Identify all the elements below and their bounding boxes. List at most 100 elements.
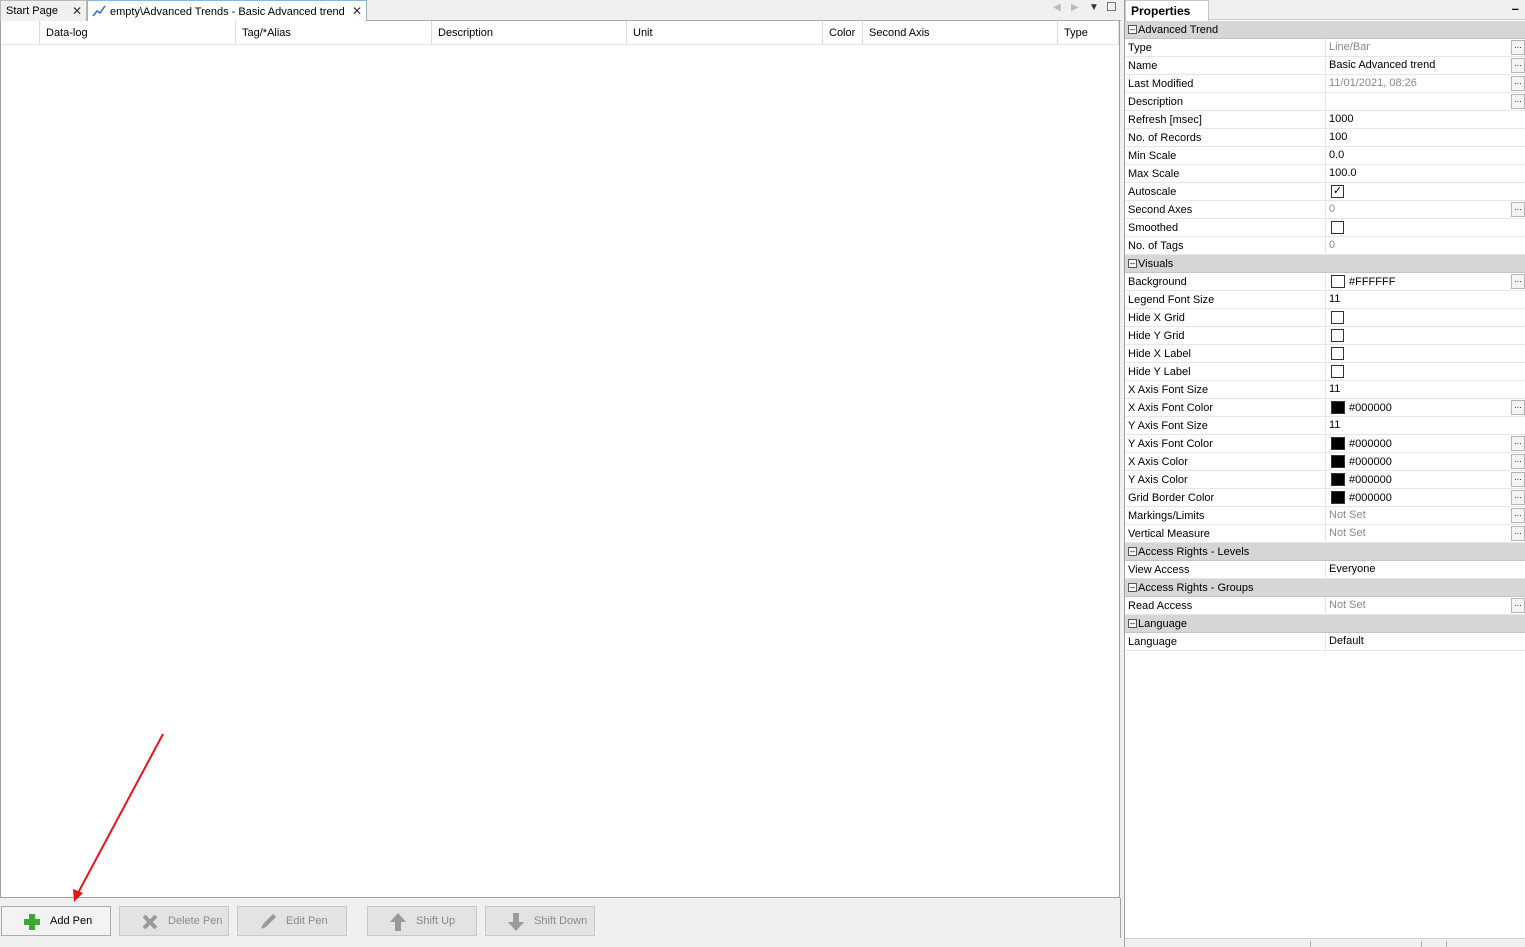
prop-value[interactable]: 11 (1325, 381, 1525, 399)
prop-row-y-axis-font-size[interactable]: Y Axis Font Size 11 (1125, 417, 1525, 435)
section-access-rights-groups[interactable]: – Access Rights - Groups (1125, 579, 1525, 597)
minimize-icon[interactable]: – (1512, 1, 1519, 16)
close-icon[interactable]: ✕ (72, 4, 82, 18)
tab-start-page[interactable]: Start Page ✕ (0, 0, 87, 21)
scroll-left-icon[interactable]: ◀ (1053, 2, 1061, 13)
hide-y-grid-checkbox[interactable] (1331, 329, 1344, 342)
prop-value[interactable]: #000000 (1325, 471, 1525, 489)
hide-y-label-checkbox[interactable] (1331, 365, 1344, 378)
prop-row-description[interactable]: Description ... (1125, 93, 1525, 111)
column-header-second-axis[interactable]: Second Axis (863, 21, 1058, 45)
prop-row-markings-limits[interactable]: Markings/Limits Not Set ... (1125, 507, 1525, 525)
prop-row-x-axis-color[interactable]: X Axis Color #000000 ... (1125, 453, 1525, 471)
prop-row-hide-y-grid[interactable]: Hide Y Grid (1125, 327, 1525, 345)
prop-row-second-axes[interactable]: Second Axes 0 ... (1125, 201, 1525, 219)
section-advanced-trend[interactable]: – Advanced Trend (1125, 21, 1525, 39)
maximize-icon[interactable]: ☐ (1106, 0, 1117, 14)
shift-up-button[interactable]: Shift Up (367, 906, 477, 936)
properties-tab[interactable]: Properties (1125, 0, 1209, 21)
prop-value[interactable]: 11 (1325, 417, 1525, 435)
column-header-description[interactable]: Description (432, 21, 627, 45)
prop-value[interactable]: 100 (1325, 129, 1525, 147)
prop-row-records[interactable]: No. of Records 100 (1125, 129, 1525, 147)
ellipsis-button[interactable]: ... (1511, 202, 1525, 217)
prop-row-smoothed[interactable]: Smoothed (1125, 219, 1525, 237)
prop-row-hide-x-grid[interactable]: Hide X Grid (1125, 309, 1525, 327)
edit-pen-button[interactable]: Edit Pen (237, 906, 347, 936)
prop-value[interactable]: 100.0 (1325, 165, 1525, 183)
column-header-color[interactable]: Color (823, 21, 863, 45)
ellipsis-button[interactable]: ... (1511, 526, 1525, 541)
ellipsis-button[interactable]: ... (1511, 436, 1525, 451)
ellipsis-button[interactable]: ... (1511, 508, 1525, 523)
column-header-unit[interactable]: Unit (627, 21, 823, 45)
column-header-datalog[interactable]: Data-log (40, 21, 236, 45)
pens-grid[interactable]: Data-log Tag/*Alias Description Unit Col… (0, 21, 1120, 898)
delete-pen-button[interactable]: Delete Pen (119, 906, 229, 936)
prop-row-vertical-measure[interactable]: Vertical Measure Not Set ... (1125, 525, 1525, 543)
collapse-icon[interactable]: – (1128, 25, 1137, 34)
smoothed-checkbox[interactable] (1331, 221, 1344, 234)
prop-value[interactable]: 0.0 (1325, 147, 1525, 165)
prop-row-num-tags[interactable]: No. of Tags 0 (1125, 237, 1525, 255)
prop-value[interactable]: #000000 (1325, 435, 1525, 453)
ellipsis-button[interactable]: ... (1511, 76, 1525, 91)
tab-advanced-trend[interactable]: empty\Advanced Trends - Basic Advanced t… (87, 0, 367, 22)
prop-value[interactable]: #FFFFFF (1325, 273, 1525, 291)
prop-row-refresh[interactable]: Refresh [msec] 1000 (1125, 111, 1525, 129)
ellipsis-button[interactable]: ... (1511, 472, 1525, 487)
prop-value[interactable]: 11 (1325, 291, 1525, 309)
prop-value[interactable]: #000000 (1325, 489, 1525, 507)
ellipsis-button[interactable]: ... (1511, 274, 1525, 289)
collapse-icon[interactable]: – (1128, 583, 1137, 592)
prop-row-hide-x-label[interactable]: Hide X Label (1125, 345, 1525, 363)
prop-value[interactable]: Default (1325, 633, 1525, 651)
prop-value[interactable] (1325, 93, 1525, 111)
prop-row-max-scale[interactable]: Max Scale 100.0 (1125, 165, 1525, 183)
section-access-rights-levels[interactable]: – Access Rights - Levels (1125, 543, 1525, 561)
column-header-tag[interactable]: Tag/*Alias (236, 21, 432, 45)
prop-row-language[interactable]: Language Default (1125, 633, 1525, 651)
collapse-icon[interactable]: – (1128, 619, 1137, 628)
prop-row-name[interactable]: Name Basic Advanced trend ... (1125, 57, 1525, 75)
ellipsis-button[interactable]: ... (1511, 598, 1525, 613)
dropdown-icon[interactable]: ▼ (1089, 2, 1099, 13)
column-header-type[interactable]: Type (1058, 21, 1119, 45)
prop-row-read-access[interactable]: Read Access Not Set ... (1125, 597, 1525, 615)
scroll-right-icon[interactable]: ▶ (1071, 2, 1079, 13)
close-icon[interactable]: ✕ (352, 4, 362, 18)
prop-row-y-axis-font-color[interactable]: Y Axis Font Color #000000 ... (1125, 435, 1525, 453)
hide-x-grid-checkbox[interactable] (1331, 311, 1344, 324)
prop-row-last-modified[interactable]: Last Modified 11/01/2021, 08:26 ... (1125, 75, 1525, 93)
section-visuals[interactable]: – Visuals (1125, 255, 1525, 273)
autoscale-checkbox[interactable]: ✓ (1331, 185, 1344, 198)
ellipsis-button[interactable]: ... (1511, 490, 1525, 505)
add-pen-button[interactable]: Add Pen (1, 906, 111, 936)
prop-value[interactable]: #000000 (1325, 399, 1525, 417)
prop-row-x-axis-font-size[interactable]: X Axis Font Size 11 (1125, 381, 1525, 399)
ellipsis-button[interactable]: ... (1511, 40, 1525, 55)
prop-row-legend-font-size[interactable]: Legend Font Size 11 (1125, 291, 1525, 309)
prop-value[interactable]: #000000 (1325, 453, 1525, 471)
prop-row-x-axis-font-color[interactable]: X Axis Font Color #000000 ... (1125, 399, 1525, 417)
section-language[interactable]: – Language (1125, 615, 1525, 633)
prop-value[interactable]: 1000 (1325, 111, 1525, 129)
ellipsis-button[interactable]: ... (1511, 400, 1525, 415)
prop-row-background[interactable]: Background #FFFFFF ... (1125, 273, 1525, 291)
ellipsis-button[interactable]: ... (1511, 454, 1525, 469)
prop-row-hide-y-label[interactable]: Hide Y Label (1125, 363, 1525, 381)
prop-row-y-axis-color[interactable]: Y Axis Color #000000 ... (1125, 471, 1525, 489)
prop-row-grid-border-color[interactable]: Grid Border Color #000000 ... (1125, 489, 1525, 507)
collapse-icon[interactable]: – (1128, 259, 1137, 268)
prop-row-type[interactable]: Type Line/Bar ... (1125, 39, 1525, 57)
prop-row-autoscale[interactable]: Autoscale ✓ (1125, 183, 1525, 201)
prop-row-min-scale[interactable]: Min Scale 0.0 (1125, 147, 1525, 165)
prop-value[interactable]: Basic Advanced trend (1325, 57, 1525, 75)
hide-x-label-checkbox[interactable] (1331, 347, 1344, 360)
ellipsis-button[interactable]: ... (1511, 58, 1525, 73)
ellipsis-button[interactable]: ... (1511, 94, 1525, 109)
shift-down-button[interactable]: Shift Down (485, 906, 595, 936)
prop-row-view-access[interactable]: View Access Everyone (1125, 561, 1525, 579)
collapse-icon[interactable]: – (1128, 547, 1137, 556)
prop-value[interactable]: Everyone (1325, 561, 1525, 579)
